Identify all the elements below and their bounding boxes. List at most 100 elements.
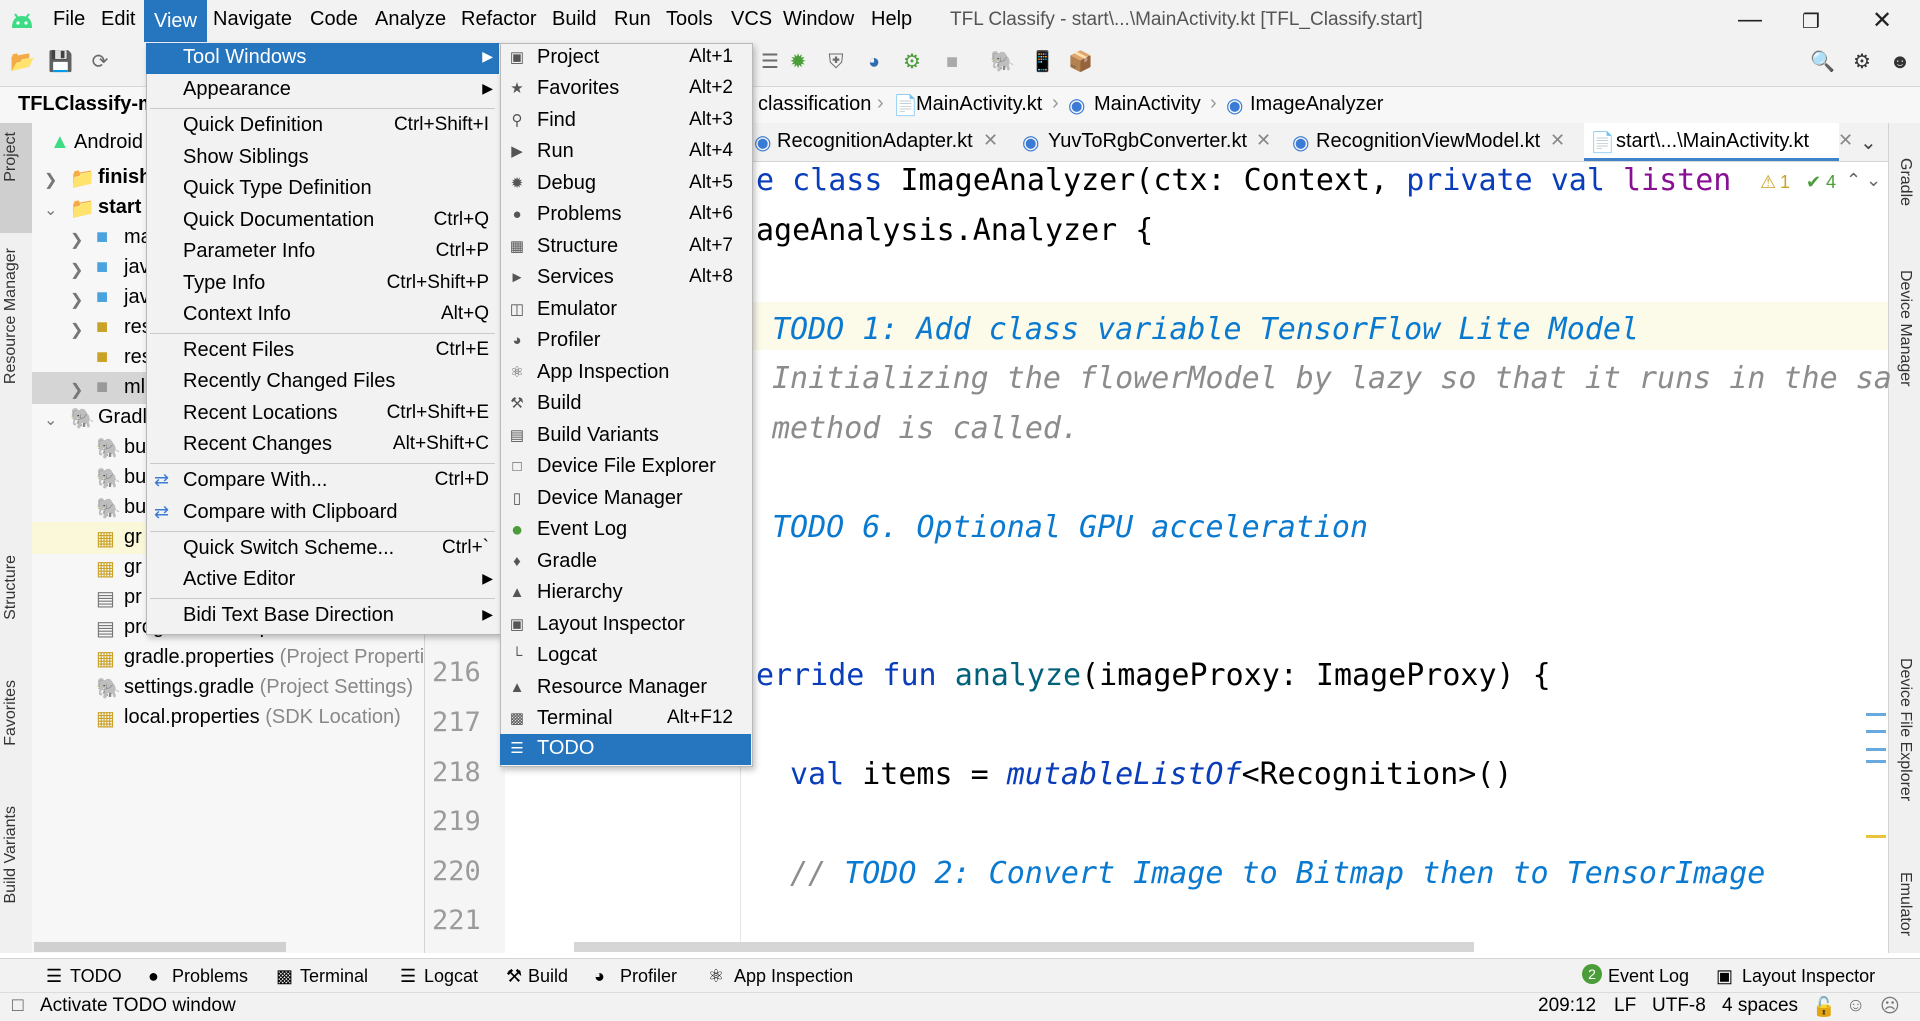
tool-terminal[interactable]: Terminal <box>300 966 368 987</box>
tool-window-device-file-explorer[interactable]: □ Device File Explorer <box>500 452 751 483</box>
editor-tab[interactable]: RecognitionViewModel.kt <box>1316 130 1540 153</box>
menu-item-context-info[interactable]: Context Info Alt+Q <box>146 300 499 331</box>
close-icon[interactable]: ✕ <box>1872 6 1892 35</box>
breadcrumb-classification[interactable]: classification <box>758 93 871 116</box>
menu-item-compare-with-clipboard[interactable]: ⇄ Compare with Clipboard <box>146 498 499 529</box>
stripe-project[interactable]: Project <box>2 132 20 182</box>
menu-item-recent-locations[interactable]: Recent Locations Ctrl+Shift+E <box>146 399 499 430</box>
tool-window-layout-inspector[interactable]: ▣ Layout Inspector <box>500 610 751 641</box>
menu-item-show-siblings[interactable]: Show Siblings <box>146 143 499 174</box>
save-icon[interactable]: 💾 <box>48 50 73 74</box>
menu-item-parameter-info[interactable]: Parameter Info Ctrl+P <box>146 237 499 268</box>
menu-item-appearance[interactable]: Appearance ▶ <box>146 75 499 106</box>
next-highlight-icon[interactable]: ⌄ <box>1866 170 1881 191</box>
menu-item-compare-with[interactable]: ⇄ Compare With... Ctrl+D <box>146 466 499 497</box>
feedback-icon[interactable]: ☹ <box>1880 995 1900 1018</box>
tree-item[interactable]: local.properties (SDK Location) <box>124 706 401 729</box>
tool-window-emulator[interactable]: ◫ Emulator <box>500 295 751 326</box>
previous-highlight-icon[interactable]: ⌃ <box>1846 170 1861 191</box>
menu-item-recently-changed-files[interactable]: Recently Changed Files <box>146 367 499 398</box>
tool-window-problems[interactable]: ● Problems Alt+6 <box>500 200 751 231</box>
tree-item[interactable]: bu <box>124 466 146 489</box>
debug-icon[interactable]: ✹ <box>786 50 810 74</box>
tool-window-find[interactable]: ⚲ Find Alt+3 <box>500 106 751 137</box>
tool-window-structure[interactable]: ▦ Structure Alt+7 <box>500 232 751 263</box>
open-folder-icon[interactable]: 📂 <box>10 50 35 74</box>
menu-vcs[interactable]: VCS <box>731 8 772 31</box>
tool-todo[interactable]: TODO <box>70 966 122 987</box>
tree-item[interactable]: settings.gradle (Project Settings) <box>124 676 413 699</box>
menu-item-quick-definition[interactable]: Quick Definition Ctrl+Shift+I <box>146 111 499 142</box>
menu-item-quick-switch-scheme[interactable]: Quick Switch Scheme... Ctrl+` <box>146 534 499 565</box>
stripe-device-file-explorer[interactable]: Device File Explorer <box>1896 658 1914 801</box>
tool-build[interactable]: Build <box>528 966 568 987</box>
tool-app-inspection[interactable]: App Inspection <box>734 966 853 987</box>
menu-item-quick-type-definition[interactable]: Quick Type Definition <box>146 174 499 205</box>
stripe-build-variants[interactable]: Build Variants <box>2 806 20 904</box>
horizontal-scrollbar[interactable] <box>34 942 286 952</box>
lock-icon[interactable]: 🔓 <box>1812 995 1836 1019</box>
tool-event-log[interactable]: Event Log <box>1608 966 1689 987</box>
menu-code[interactable]: Code <box>310 8 358 31</box>
toggle-tool-windows-icon[interactable]: □ <box>12 995 23 1017</box>
device-manager-icon[interactable]: 📱 <box>1030 50 1055 74</box>
tool-problems[interactable]: Problems <box>172 966 248 987</box>
tool-window-logcat[interactable]: └ Logcat <box>500 641 751 672</box>
tree-item[interactable]: ml <box>124 376 145 399</box>
chevron-down-icon[interactable]: ⌄ <box>44 200 57 220</box>
close-tab-icon[interactable]: ✕ <box>1256 130 1271 151</box>
file-encoding[interactable]: UTF-8 <box>1652 995 1706 1017</box>
account-icon[interactable]: ☻ <box>1888 50 1912 74</box>
tool-window-favorites[interactable]: ★ Favorites Alt+2 <box>500 74 751 105</box>
tabs-dropdown-chevron-icon[interactable]: ⌄ <box>1860 130 1877 155</box>
tool-window-profiler[interactable]: ◕ Profiler <box>500 326 751 357</box>
tree-item[interactable]: bu <box>124 436 146 459</box>
list-icon[interactable]: ☰ <box>758 50 782 74</box>
tree-item[interactable]: pr <box>124 586 142 609</box>
stripe-emulator[interactable]: Emulator <box>1896 872 1914 936</box>
gradle-sync-icon[interactable]: 🐘 <box>990 50 1015 74</box>
tree-item[interactable]: finish <box>98 166 151 189</box>
tool-logcat[interactable]: Logcat <box>424 966 478 987</box>
editor-tab[interactable]: RecognitionAdapter.kt <box>777 130 973 153</box>
tool-window-build-variants[interactable]: ▤ Build Variants <box>500 421 751 452</box>
tool-window-gradle[interactable]: ♦ Gradle <box>500 547 751 578</box>
tool-window-run[interactable]: ▶ Run Alt+4 <box>500 137 751 168</box>
apply-changes-icon[interactable]: ⚙ <box>900 50 924 74</box>
chevron-down-icon[interactable]: ⌄ <box>44 410 57 430</box>
tool-profiler[interactable]: Profiler <box>620 966 677 987</box>
tool-window-project[interactable]: ▣ Project Alt+1 <box>500 43 751 74</box>
profiler-icon[interactable]: ◕ <box>862 50 886 74</box>
breadcrumb-imageanalyzer[interactable]: ImageAnalyzer <box>1250 93 1383 116</box>
editor-tab-active[interactable]: start\...\MainActivity.kt <box>1616 130 1809 153</box>
tool-window-terminal[interactable]: ▩ Terminal Alt+F12 <box>500 704 751 735</box>
caret-position[interactable]: 209:12 <box>1538 995 1596 1017</box>
close-tab-icon[interactable]: ✕ <box>1550 130 1565 151</box>
menu-build[interactable]: Build <box>552 8 596 31</box>
close-tab-icon[interactable]: ✕ <box>1838 130 1853 151</box>
tool-window-app-inspection[interactable]: ⚛ App Inspection <box>500 358 751 389</box>
tool-window-build[interactable]: ⚒ Build <box>500 389 751 420</box>
sync-icon[interactable]: ⟳ <box>88 50 112 74</box>
menu-analyze[interactable]: Analyze <box>375 8 446 31</box>
chevron-right-icon[interactable]: ❯ <box>70 320 83 340</box>
stripe-resource-manager[interactable]: Resource Manager <box>2 248 20 384</box>
stripe-gradle[interactable]: Gradle <box>1896 158 1914 206</box>
editor-tab[interactable]: YuvToRgbConverter.kt <box>1048 130 1247 153</box>
tree-item[interactable]: gr <box>124 556 142 579</box>
check-icon[interactable]: ✔ <box>1806 172 1821 193</box>
menu-run[interactable]: Run <box>614 8 651 31</box>
close-tab-icon[interactable]: ✕ <box>983 130 998 151</box>
chevron-right-icon[interactable]: ❯ <box>70 230 83 250</box>
stripe-device-manager[interactable]: Device Manager <box>1896 270 1914 387</box>
shield-icon[interactable]: ⛨ <box>824 50 848 74</box>
tool-window-todo[interactable]: ☰ TODO <box>500 734 751 765</box>
stop-icon[interactable]: ■ <box>940 50 964 74</box>
menu-item-recent-changes[interactable]: Recent Changes Alt+Shift+C <box>146 430 499 461</box>
chevron-right-icon[interactable]: ❯ <box>70 290 83 310</box>
menu-item-recent-files[interactable]: Recent Files Ctrl+E <box>146 336 499 367</box>
chevron-right-icon[interactable]: ❯ <box>70 380 83 400</box>
menu-file[interactable]: File <box>53 8 85 31</box>
menu-edit[interactable]: Edit <box>101 8 135 31</box>
editor-horizontal-scrollbar[interactable] <box>574 942 1474 952</box>
